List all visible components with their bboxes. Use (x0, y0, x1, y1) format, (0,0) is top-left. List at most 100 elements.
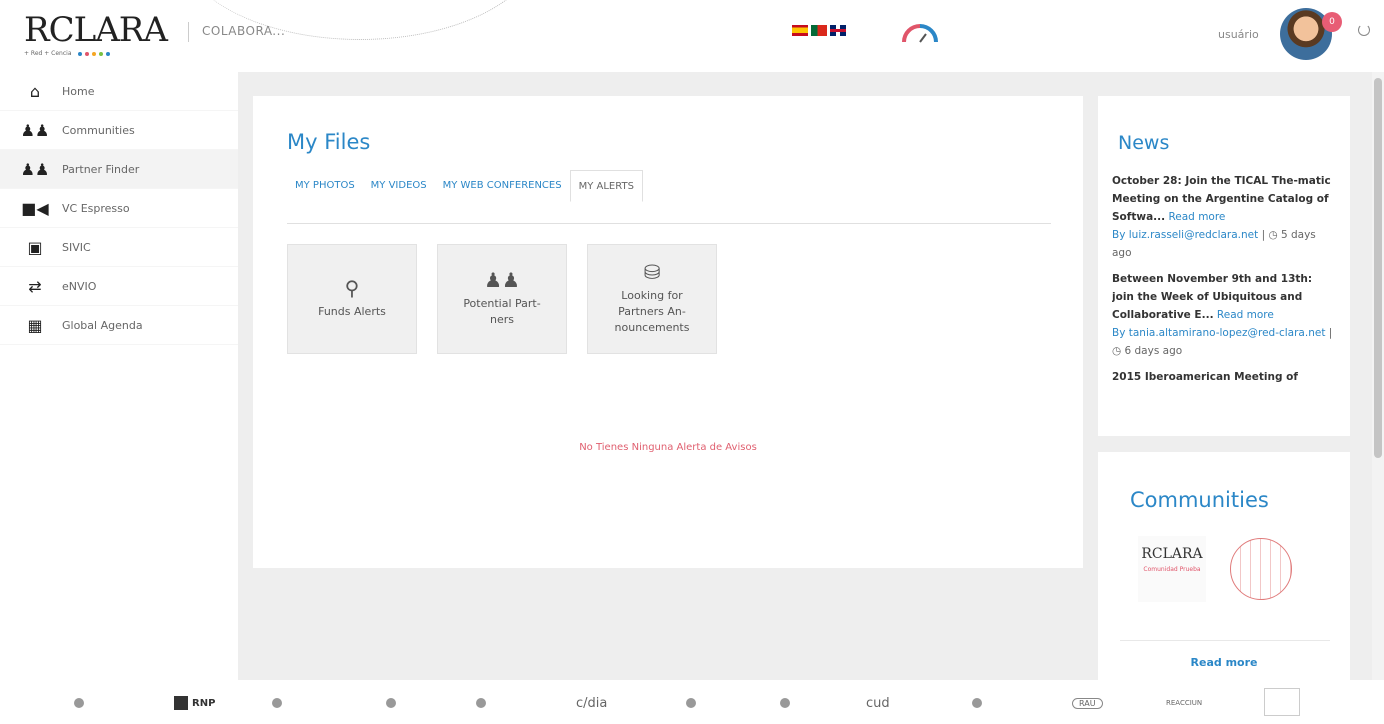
partner-name: RAU (1072, 697, 1103, 709)
users-icon: ♟♟ (20, 159, 50, 179)
partner-name: cud (866, 695, 890, 711)
partner-globe-icon (272, 698, 282, 708)
empty-state-message: No Tienes Ninguna Alerta de Avisos (579, 442, 757, 453)
community-globe-logo[interactable] (1230, 538, 1292, 600)
sidebar-item-label: SIVIC (62, 240, 91, 254)
logo-tag-text: + Red + Cencia (24, 50, 72, 57)
redclara-logo[interactable]: RCLARA + Red + Cencia (24, 12, 168, 64)
community-logo-mark: RCLARA (1141, 546, 1203, 562)
logo-dot (91, 51, 96, 56)
partner-name: RNP (192, 697, 216, 709)
sidebar-item-label: eNVIO (62, 279, 97, 293)
partner-globe-icon (780, 698, 790, 708)
my-files-panel: My Files MY PHOTOS MY VIDEOS MY WEB CONF… (253, 96, 1083, 568)
news-item: October 28: Join the TICAL The-matic Mee… (1112, 172, 1336, 262)
spanish-flag-icon[interactable] (792, 25, 808, 36)
communities-title: Communities (1130, 488, 1269, 512)
partner-announcements-button[interactable]: ⛁ Looking for Partners An- nouncements (587, 244, 717, 354)
news-item-age: 6 days ago (1124, 345, 1183, 357)
sidebar-item-label: Partner Finder (62, 162, 140, 176)
english-flag-icon[interactable] (830, 25, 846, 36)
partner-logo[interactable] (686, 694, 700, 712)
communities-read-more-link[interactable]: Read more (1098, 656, 1350, 669)
sidebar-item-communities[interactable]: ♟♟ Communities (0, 111, 238, 150)
logo-dot (98, 51, 103, 56)
database-icon: ⛁ (643, 260, 661, 284)
partner-logo-eu[interactable] (1264, 688, 1300, 716)
community-clara-prueba[interactable]: RCLARA Comunidad Prueba (1138, 536, 1206, 602)
users-icon: ♟♟ (484, 268, 520, 292)
partner-logo[interactable] (476, 694, 490, 712)
sidebar-item-label: Home (62, 84, 95, 98)
logo-dot (84, 51, 89, 56)
rnp-icon (174, 696, 188, 710)
group-icon: ♟♟ (20, 120, 50, 140)
files-tabs: MY PHOTOS MY VIDEOS MY WEB CONFERENCES M… (287, 170, 643, 202)
sidebar-item-partner-finder[interactable]: ♟♟ Partner Finder (0, 150, 238, 189)
partner-name: REACCIUN (1166, 699, 1203, 707)
scrollbar-thumb[interactable] (1374, 78, 1382, 458)
sidebar-item-sivic[interactable]: ▣ SIVIC (0, 228, 238, 267)
language-switcher (792, 25, 846, 36)
news-item-author[interactable]: By tania.altamirano-lopez@red-clara.net (1112, 327, 1325, 339)
sidebar-item-label: VC Espresso (62, 201, 130, 215)
tab-my-web-conferences[interactable]: MY WEB CONFERENCES (435, 170, 570, 202)
tab-my-photos[interactable]: MY PHOTOS (287, 170, 363, 202)
sidebar-item-label: Global Agenda (62, 318, 143, 332)
sidebar-item-home[interactable]: ⌂ Home (0, 72, 238, 111)
logo-dot (105, 51, 110, 56)
alert-card-label: Looking for Partners An- nouncements (614, 289, 690, 334)
news-item-author[interactable]: By luiz.rasseli@redclara.net (1112, 229, 1258, 241)
news-title: News (1118, 132, 1170, 154)
read-more-link[interactable]: Read more (1217, 309, 1274, 321)
partner-logo[interactable] (780, 694, 794, 712)
sidebar: ⌂ Home ♟♟ Communities ♟♟ Partner Finder … (0, 72, 238, 680)
logo-tagline: + Red + Cencia (24, 50, 159, 57)
news-item-title[interactable]: Between November 9th and 13th: join the … (1112, 273, 1312, 321)
gauge-icon[interactable] (900, 22, 940, 44)
tab-my-alerts[interactable]: MY ALERTS (569, 170, 643, 202)
funds-alerts-button[interactable]: ⚲ Funds Alerts (287, 244, 417, 354)
partner-globe-icon (972, 698, 982, 708)
tab-my-videos[interactable]: MY VIDEOS (363, 170, 435, 202)
potential-partners-button[interactable]: ♟♟ Potential Part- ners (437, 244, 567, 354)
portuguese-flag-icon[interactable] (811, 25, 827, 36)
calendar-icon: ▦ (27, 315, 43, 335)
partner-logo-reacciun[interactable]: REACCIUN (1166, 694, 1202, 712)
alert-card-label: Potential Part- ners (463, 297, 541, 326)
sidebar-item-envio[interactable]: ⇄ eNVIO (0, 267, 238, 306)
page-title: My Files (287, 130, 371, 154)
tabs-divider (287, 223, 1051, 224)
logo-dots (77, 51, 110, 56)
partner-logo-rau[interactable]: RAU (1072, 694, 1103, 712)
sidebar-item-label: Communities (62, 123, 135, 137)
page-scrollbar[interactable] (1372, 72, 1384, 680)
partners-footer: RNP c/dia cud RAU REACCIUN (0, 680, 1384, 724)
exchange-icon: ⇄ (28, 276, 42, 296)
partner-logo[interactable] (972, 694, 986, 712)
partner-logo[interactable] (74, 694, 88, 712)
logo-dot (77, 51, 82, 56)
partner-logo[interactable] (272, 694, 286, 712)
power-icon[interactable] (1358, 24, 1370, 36)
partner-name: c/dia (576, 695, 608, 711)
partner-globe-icon (686, 698, 696, 708)
partner-logo[interactable] (386, 694, 400, 712)
partner-swirl-icon (386, 698, 396, 708)
top-header: RCLARA + Red + Cencia COLABORA... usuári… (0, 0, 1384, 72)
news-panel: News October 28: Join the TICAL The-mati… (1098, 96, 1350, 436)
communities-divider (1120, 640, 1330, 641)
user-label[interactable]: usuário (1218, 28, 1259, 41)
read-more-link[interactable]: Read more (1168, 211, 1225, 223)
community-name: Comunidad Prueba (1143, 566, 1201, 573)
communities-panel: Communities RCLARA Comunidad Prueba Read… (1098, 452, 1350, 680)
home-icon: ⌂ (29, 81, 41, 101)
partner-logo-cudi[interactable]: cud (866, 694, 890, 712)
notification-badge[interactable]: 0 (1322, 12, 1342, 32)
sidebar-item-global-agenda[interactable]: ▦ Global Agenda (0, 306, 238, 345)
sidebar-item-vc-espresso[interactable]: ■◀ VC Espresso (0, 189, 238, 228)
partner-logo-cedia[interactable]: c/dia (576, 694, 607, 712)
video-camera-icon: ■◀ (21, 198, 49, 218)
partner-logo-rnp[interactable]: RNP (174, 694, 215, 712)
news-item-title[interactable]: 2015 Iberoamerican Meeting of (1112, 371, 1298, 383)
